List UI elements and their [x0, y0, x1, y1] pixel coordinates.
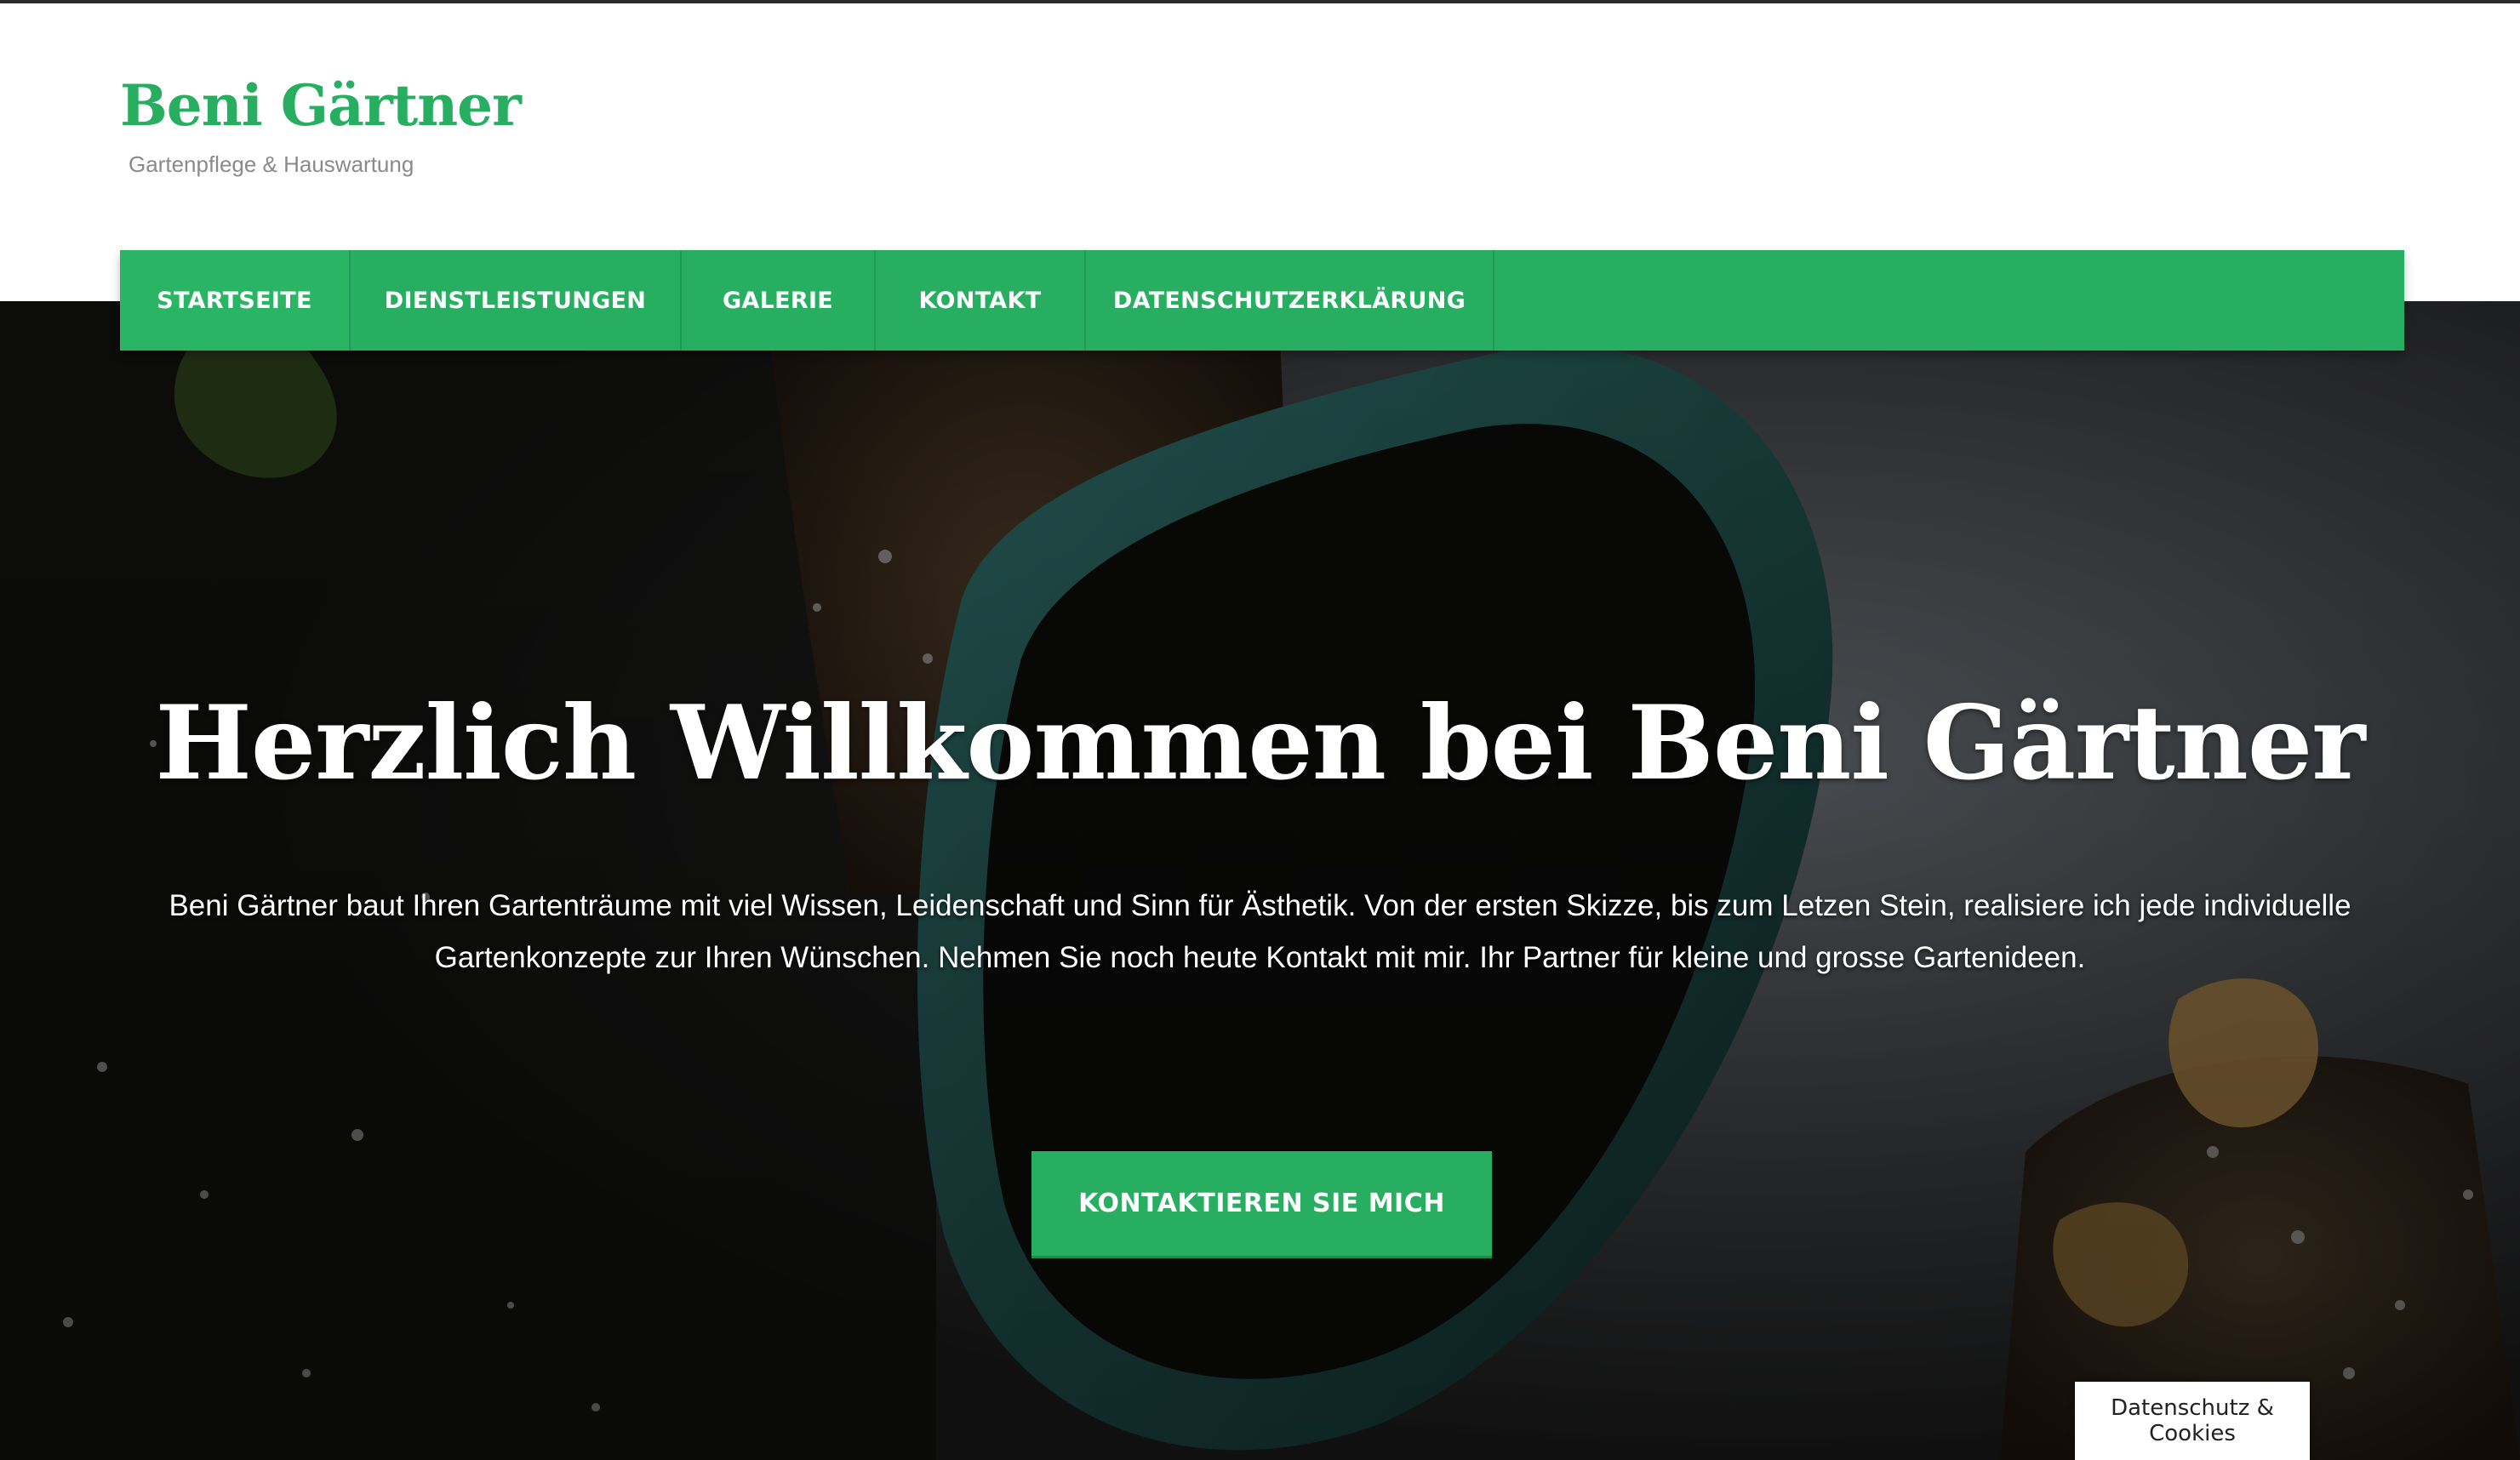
- nav-item-datenschutzerklaerung[interactable]: DATENSCHUTZERKLÄRUNG: [1086, 250, 1494, 351]
- hero-heading: Herzlich Willkommen bei Beni Gärtner: [155, 683, 2366, 803]
- main-navigation: STARTSEITE DIENSTLEISTUNGEN GALERIE KONT…: [120, 250, 2404, 351]
- nav-item-dienstleistungen[interactable]: DIENSTLEISTUNGEN: [351, 250, 682, 351]
- nav-item-kontakt[interactable]: KONTAKT: [876, 250, 1086, 351]
- site-title[interactable]: Beni Gärtner: [120, 71, 522, 140]
- nav-item-galerie[interactable]: GALERIE: [682, 250, 876, 351]
- hero-section: Herzlich Willkommen bei Beni Gärtner Ben…: [0, 301, 2520, 1460]
- contact-me-button[interactable]: KONTAKTIEREN SIE MICH: [1031, 1151, 1492, 1256]
- site-tagline: Gartenpflege & Hauswartung: [129, 151, 414, 177]
- nav-item-startseite[interactable]: STARTSEITE: [120, 250, 351, 351]
- privacy-cookies-button[interactable]: Datenschutz & Cookies: [2075, 1382, 2310, 1460]
- hero-description: Beni Gärtner baut Ihren Gartenträume mit…: [169, 889, 2351, 974]
